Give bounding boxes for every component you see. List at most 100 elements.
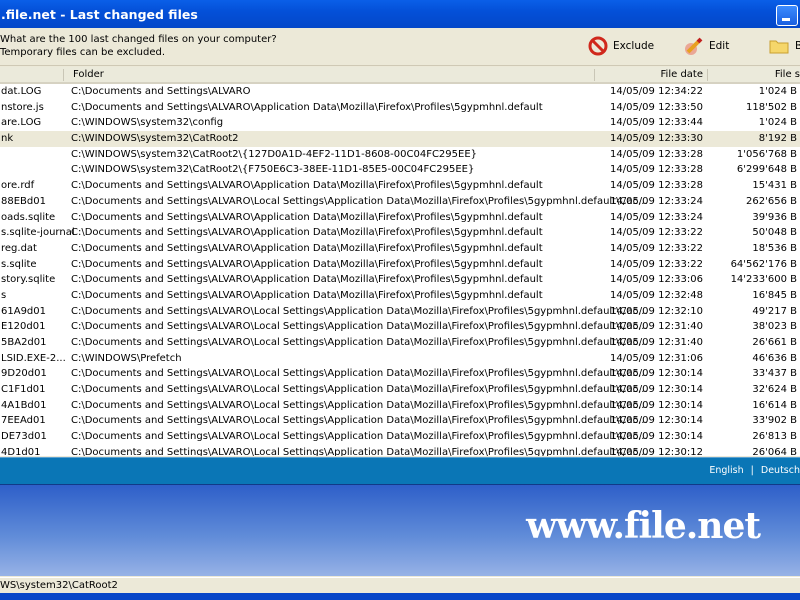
folder-cell: C:\Documents and Settings\ALVARO\Local S… — [71, 415, 648, 427]
file-date-cell: 14/05/09 12:30:12 — [609, 446, 703, 456]
title-bar: .file.net - Last changed files — [0, 0, 800, 28]
file-date-cell: 14/05/09 12:31:06 — [609, 352, 703, 364]
file-date-cell: 14/05/09 12:33:06 — [609, 274, 703, 286]
file-date-cell: 14/05/09 12:32:48 — [609, 289, 703, 301]
banner[interactable]: www.file.net — [0, 484, 800, 576]
file-name-cell: 61A9d01 — [1, 305, 46, 317]
browse-button[interactable]: B — [768, 34, 800, 58]
file-size-cell: 50'048 B — [752, 227, 797, 239]
table-row[interactable]: 4A1Bd01 C:\Documents and Settings\ALVARO\… — [0, 398, 800, 414]
file-date-cell: 14/05/09 12:32:10 — [609, 305, 703, 317]
file-date-cell: 14/05/09 12:30:14 — [609, 399, 703, 411]
table-row[interactable]: 4D1d01 C:\Documents and Settings\ALVARO\L… — [0, 445, 800, 456]
table-row[interactable]: s.sqlite C:\Documents and Settings\ALVARO… — [0, 257, 800, 273]
file-date-cell: 14/05/09 12:31:40 — [609, 321, 703, 333]
status-text: WS\system32\CatRoot2 — [0, 580, 118, 591]
language-english-link[interactable]: English — [709, 465, 743, 476]
column-header-file-date[interactable]: File date — [661, 69, 703, 80]
file-name-cell: 4D1d01 — [1, 446, 41, 456]
folder-cell: C:\Documents and Settings\ALVARO\Applica… — [71, 242, 543, 254]
table-row[interactable]: C:\WINDOWS\system32\CatRoot2\{F750E6C3-3… — [0, 162, 800, 178]
table-row[interactable]: ore.rdf C:\Documents and Settings\ALVARO\… — [0, 178, 800, 194]
browse-label: B — [795, 40, 800, 52]
table-row[interactable]: 61A9d01 C:\Documents and Settings\ALVARO\… — [0, 304, 800, 320]
folder-cell: C:\Documents and Settings\ALVARO\Local S… — [71, 305, 648, 317]
file-date-cell: 14/05/09 12:30:14 — [609, 431, 703, 443]
table-row[interactable]: dat.LOG C:\Documents and Settings\ALVARO 1… — [0, 84, 800, 100]
language-deutsch-link[interactable]: Deutsch — [761, 465, 800, 476]
column-separator — [63, 69, 64, 81]
file-name-cell: oads.sqlite — [1, 211, 56, 223]
folder-cell: C:\Documents and Settings\ALVARO\Applica… — [71, 180, 543, 192]
list-body: dat.LOG C:\Documents and Settings\ALVARO 1… — [0, 84, 800, 456]
file-name-cell: s.sqlite-journal — [1, 227, 75, 239]
folder-cell: C:\Documents and Settings\ALVARO\Local S… — [71, 195, 648, 207]
table-row[interactable]: s.sqlite-journal C:\Documents and Setting… — [0, 225, 800, 241]
folder-cell: C:\Documents and Settings\ALVARO\Applica… — [71, 101, 543, 113]
table-row[interactable]: DE73d01 C:\Documents and Settings\ALVARO\… — [0, 429, 800, 445]
file-date-cell: 14/05/09 12:34:22 — [609, 86, 703, 97]
language-bar: English | Deutsch — [0, 457, 800, 484]
file-list[interactable]: Folder File date File s dat.LOG C:\Docume… — [0, 67, 800, 456]
column-header-file-size[interactable]: File s — [775, 69, 800, 80]
file-size-cell: 38'023 B — [752, 321, 797, 333]
file-name-cell: ore.rdf — [1, 180, 35, 192]
list-header: Folder File date File s — [0, 67, 800, 84]
folder-cell: C:\Documents and Settings\ALVARO\Applica… — [71, 258, 543, 270]
column-separator — [707, 69, 708, 81]
table-row[interactable]: oads.sqlite C:\Documents and Settings\ALV… — [0, 210, 800, 226]
table-row[interactable]: 7EEAd01 C:\Documents and Settings\ALVARO\… — [0, 413, 800, 429]
file-date-cell: 14/05/09 12:33:22 — [609, 258, 703, 270]
file-date-cell: 14/05/09 12:31:40 — [609, 337, 703, 348]
table-row[interactable]: LSID.EXE-2... C:\WINDOWS\Prefetch 14/05/09… — [0, 351, 800, 367]
info-panel: What are the 100 last changed files on y… — [0, 28, 800, 66]
table-row[interactable]: nk C:\WINDOWS\system32\CatRoot2 14/05/09 1… — [0, 131, 800, 147]
info-line-2: Temporary files can be excluded. — [0, 47, 166, 58]
file-date-cell: 14/05/09 12:30:14 — [609, 384, 703, 396]
file-size-cell: 1'024 B — [758, 86, 797, 97]
file-size-cell: 64'562'176 B — [730, 258, 797, 270]
table-row[interactable]: C:\WINDOWS\system32\CatRoot2\{127D0A1D-4… — [0, 147, 800, 163]
column-header-folder[interactable]: Folder — [73, 69, 104, 80]
file-name-cell: DE73d01 — [1, 431, 47, 443]
folder-cell: C:\Documents and Settings\ALVARO\Local S… — [71, 384, 648, 396]
file-name-cell: s.sqlite — [1, 258, 37, 270]
file-size-cell: 118'502 B — [746, 101, 797, 113]
file-size-cell: 14'233'600 B — [730, 274, 797, 286]
folder-cell: C:\Documents and Settings\ALVARO\Applica… — [71, 289, 543, 301]
file-size-cell: 16'845 B — [752, 289, 797, 301]
taskbar-strip — [0, 593, 800, 600]
folder-cell: C:\Documents and Settings\ALVARO\Applica… — [71, 211, 543, 223]
table-row[interactable]: story.sqlite C:\Documents and Settings\AL… — [0, 272, 800, 288]
table-row[interactable]: 88EBd01 C:\Documents and Settings\ALVARO\… — [0, 194, 800, 210]
table-row[interactable]: 5BA2d01 C:\Documents and Settings\ALVARO\… — [0, 335, 800, 351]
table-row[interactable]: E120d01 C:\Documents and Settings\ALVARO\… — [0, 319, 800, 335]
file-name-cell: are.LOG — [1, 117, 42, 129]
table-row[interactable]: are.LOG C:\WINDOWS\system32\config 14/05/0… — [0, 115, 800, 131]
table-row[interactable]: nstore.js C:\Documents and Settings\ALVAR… — [0, 100, 800, 116]
exclude-button[interactable]: Exclude — [588, 34, 654, 58]
folder-cell: C:\WINDOWS\Prefetch — [71, 352, 182, 364]
file-size-cell: 33'902 B — [752, 415, 797, 427]
exclude-label: Exclude — [613, 40, 655, 52]
file-date-cell: 14/05/09 12:33:22 — [609, 227, 703, 239]
file-name-cell: LSID.EXE-2... — [1, 352, 66, 364]
file-size-cell: 32'624 B — [752, 384, 797, 396]
file-name-cell: E120d01 — [1, 321, 46, 333]
banner-text: www.file.net — [526, 505, 761, 547]
folder-cell: C:\WINDOWS\system32\CatRoot2\{F750E6C3-3… — [71, 164, 475, 176]
file-date-cell: 14/05/09 12:33:22 — [609, 242, 703, 254]
table-row[interactable]: 9D20d01 C:\Documents and Settings\ALVARO\… — [0, 366, 800, 382]
table-row[interactable]: reg.dat C:\Documents and Settings\ALVARO\… — [0, 241, 800, 257]
minimize-button[interactable] — [776, 5, 798, 26]
table-row[interactable]: s C:\Documents and Settings\ALVARO\Applic… — [0, 288, 800, 304]
file-name-cell: C1F1d01 — [1, 384, 46, 396]
file-size-cell: 49'217 B — [752, 305, 797, 317]
folder-cell: C:\WINDOWS\system32\CatRoot2\{127D0A1D-4… — [71, 148, 478, 160]
edit-button[interactable]: Edit — [684, 34, 729, 58]
info-line-1: What are the 100 last changed files on y… — [0, 34, 277, 45]
file-date-cell: 14/05/09 12:33:28 — [609, 164, 703, 176]
file-size-cell: 262'656 B — [746, 195, 797, 207]
file-name-cell: 4A1Bd01 — [1, 399, 47, 411]
table-row[interactable]: C1F1d01 C:\Documents and Settings\ALVARO\… — [0, 382, 800, 398]
